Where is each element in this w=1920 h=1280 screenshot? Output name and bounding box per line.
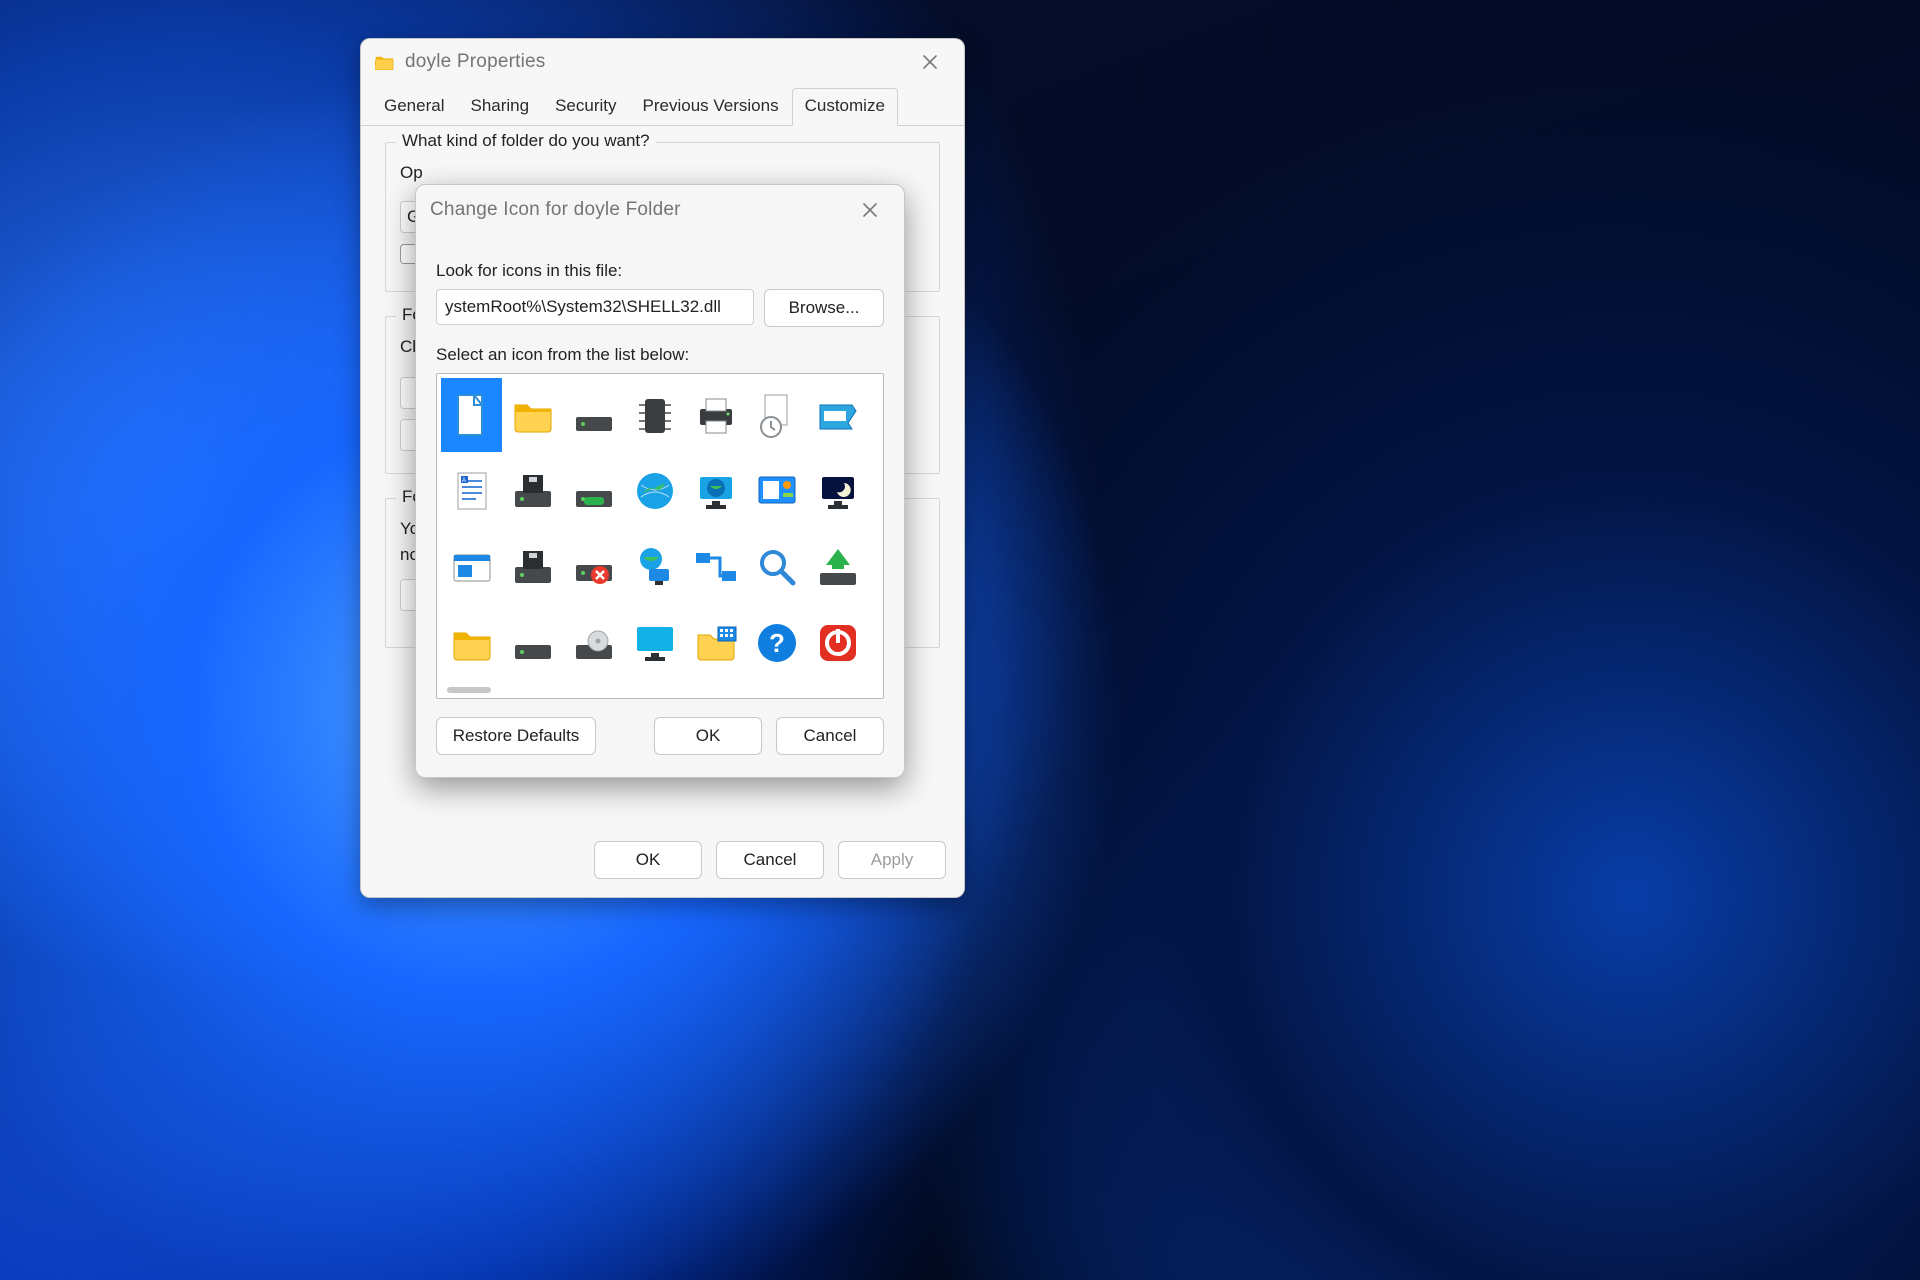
optical-drive-icon[interactable] [563,606,624,680]
icon-path-input[interactable]: ystemRoot%\System32\SHELL32.dll [436,289,754,325]
drive-icon-2[interactable] [502,606,563,680]
properties-ok-button[interactable]: OK [594,841,702,879]
floppy-drive-icon-2[interactable] [502,530,563,604]
svg-text:A: A [462,478,466,484]
tab-security[interactable]: Security [542,88,629,126]
globe-icon[interactable] [624,454,685,528]
folder-icon [375,54,395,70]
network-connect-icon[interactable] [685,530,746,604]
tab-general[interactable]: General [371,88,457,126]
change-icon-ok-button[interactable]: OK [654,717,762,755]
select-icon-label: Select an icon from the list below: [436,345,884,365]
properties-button-row: OK Cancel Apply [361,831,964,897]
change-icon-cancel-button[interactable]: Cancel [776,717,884,755]
blank-document-icon[interactable] [441,378,502,452]
optimize-label-fragment: Op [400,163,925,183]
recent-document-icon[interactable] [746,378,807,452]
printer-icon[interactable] [685,378,746,452]
properties-close-button[interactable] [908,47,952,77]
control-panel-icon[interactable] [746,454,807,528]
svg-text:?: ? [769,628,785,658]
tab-sharing[interactable]: Sharing [457,88,542,126]
shutdown-icon[interactable] [807,606,868,680]
run-icon[interactable] [807,378,868,452]
floppy-drive-icon[interactable] [502,454,563,528]
network-globe-icon[interactable] [624,530,685,604]
restore-defaults-button[interactable]: Restore Defaults [436,717,596,755]
eject-drive-icon[interactable] [807,530,868,604]
tab-previous-versions[interactable]: Previous Versions [630,88,792,126]
group-folder-kind-legend: What kind of folder do you want? [396,131,656,151]
chip-icon[interactable] [624,378,685,452]
text-document-icon[interactable]: A [441,454,502,528]
monitor-icon[interactable] [624,606,685,680]
close-icon [863,203,877,217]
look-for-icons-label: Look for icons in this file: [436,261,884,281]
properties-tabstrip: General Sharing Security Previous Versio… [361,87,964,126]
tab-customize[interactable]: Customize [792,88,898,126]
change-icon-dialog: Change Icon for doyle Folder Look for ic… [415,184,905,778]
drive-icon[interactable] [563,378,624,452]
help-icon[interactable]: ? [746,606,807,680]
close-icon [923,55,937,69]
search-icon[interactable] [746,530,807,604]
change-icon-close-button[interactable] [848,195,892,225]
icon-grid[interactable]: A [436,373,884,699]
folder-options-icon[interactable] [685,606,746,680]
properties-apply-button[interactable]: Apply [838,841,946,879]
properties-title: doyle Properties [405,51,898,73]
drive-error-icon[interactable] [563,530,624,604]
folder-icon-2[interactable] [441,606,502,680]
browse-button[interactable]: Browse... [764,289,884,327]
program-window-icon[interactable] [441,530,502,604]
screensaver-icon[interactable] [807,454,868,528]
change-icon-title: Change Icon for doyle Folder [430,199,838,221]
properties-cancel-button[interactable]: Cancel [716,841,824,879]
folder-icon[interactable] [502,378,563,452]
properties-titlebar[interactable]: doyle Properties [361,39,964,81]
network-monitor-icon[interactable] [685,454,746,528]
change-icon-titlebar[interactable]: Change Icon for doyle Folder [416,185,904,229]
removable-drive-icon[interactable] [563,454,624,528]
